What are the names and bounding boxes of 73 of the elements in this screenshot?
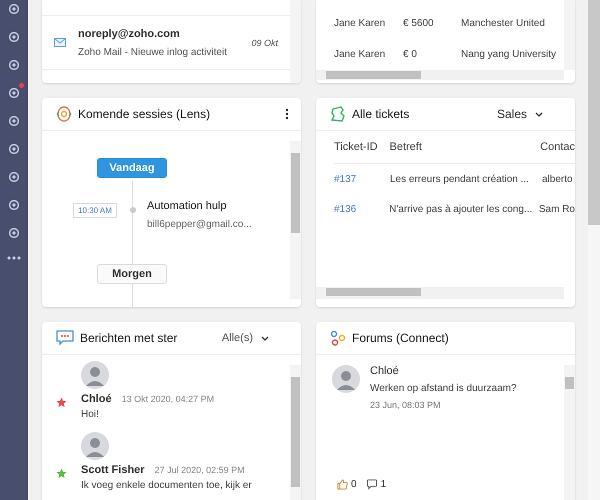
horizontal-scrollbar[interactable]: [316, 70, 564, 80]
card-title: Alle tickets: [352, 107, 410, 121]
scrollbar[interactable]: [290, 365, 301, 500]
day-tab[interactable]: Morgen: [97, 264, 167, 284]
table-cell-text: Jane Karen: [334, 49, 386, 60]
caret-icon: [261, 336, 269, 340]
envelope-icon: [54, 38, 66, 47]
column-header: Contac: [540, 141, 575, 153]
nav-icon[interactable]: [7, 170, 21, 184]
mail-date: 09 Okt: [251, 38, 278, 48]
filter-dropdown[interactable]: Alle(s): [222, 332, 269, 344]
time-badge: 10:30 AM: [73, 203, 117, 218]
post-time: 23 Jun, 08:03 PM: [370, 400, 442, 410]
nav-icon[interactable]: [7, 198, 21, 212]
table-cell: Manchester United: [461, 18, 545, 29]
department-dropdown[interactable]: Sales: [496, 107, 543, 121]
mail-sender[interactable]: noreply@zoho.com: [78, 28, 248, 40]
card-title: Forums (Connect): [352, 331, 449, 345]
nav-icon[interactable]: [7, 30, 21, 44]
star-icon[interactable]: [56, 397, 67, 408]
timeline-dot: [130, 207, 136, 213]
message-time: 13 Okt 2020, 04:27 PM: [122, 394, 214, 404]
message-text: Ik voeg enkele documenten toe, kijk er: [81, 480, 252, 491]
more-options-icon[interactable]: [285, 108, 289, 120]
message-author: Chloé: [81, 393, 112, 405]
column-header: Betreft: [390, 141, 423, 153]
avatar: [332, 365, 360, 393]
avatar: [81, 432, 109, 460]
card-title: Komende sessies (Lens): [78, 107, 210, 121]
nav-icon[interactable]: [7, 226, 21, 240]
mail-subject: Zoho Mail - Nieuwe inlog activiteit: [78, 46, 228, 58]
ticket-link[interactable]: #137: [334, 174, 390, 184]
card-title: Berichten met ster: [80, 331, 178, 345]
chat-bubble-icon: [56, 330, 74, 346]
like-count: 0: [351, 479, 357, 490]
post-title[interactable]: Werken op afstand is duurzaam?: [370, 383, 517, 394]
more-icon[interactable]: [7, 256, 21, 260]
table-cell: Sam Ro: [538, 204, 575, 214]
table-cell: alberto: [542, 174, 573, 184]
nav-icon[interactable]: [7, 58, 21, 72]
nav-icon[interactable]: [7, 142, 21, 156]
scrollbar[interactable]: [564, 0, 575, 70]
session-email: bill6pepper@gmail.co...: [147, 219, 252, 230]
scrollbar[interactable]: [290, 141, 301, 299]
nav-icon[interactable]: [7, 86, 21, 100]
connect-logo-icon: [330, 330, 346, 346]
table-cell-text: € 5600: [403, 18, 435, 29]
message-time: 27 Jul 2020, 02:59 PM: [154, 465, 245, 475]
page-scrollbar[interactable]: [588, 0, 600, 500]
ticket-icon: [330, 106, 346, 122]
table-cell-text: Les erreurs pendant création ...: [390, 174, 530, 184]
table-cell-text: € 0: [403, 49, 418, 60]
table-cell-text: N'arrive pas à ajouter les cong...: [389, 204, 534, 214]
avatar: [81, 361, 109, 389]
message-author: Scott Fisher: [81, 464, 145, 476]
lens-logo-icon: [56, 106, 72, 122]
column-header: Ticket-ID: [334, 141, 379, 153]
comment-icon[interactable]: [366, 479, 378, 490]
nav-icon[interactable]: [7, 2, 21, 16]
message-text: Hoi!: [81, 409, 100, 420]
nav-icon[interactable]: [7, 114, 21, 128]
comment-count: 1: [380, 479, 386, 490]
scrollbar[interactable]: [290, 0, 301, 83]
scrollbar[interactable]: [564, 365, 575, 500]
caret-icon: [535, 112, 543, 116]
table-cell-text: Jane Karen: [334, 18, 386, 29]
thumbs-up-icon[interactable]: [337, 479, 348, 490]
table-cell: Nang yang University: [461, 49, 556, 60]
post-author: Chloé: [370, 365, 400, 377]
session-title[interactable]: Automation hulp: [147, 200, 252, 212]
star-icon[interactable]: [56, 468, 67, 479]
ticket-link[interactable]: #136: [334, 204, 390, 214]
horizontal-scrollbar[interactable]: [316, 287, 564, 299]
